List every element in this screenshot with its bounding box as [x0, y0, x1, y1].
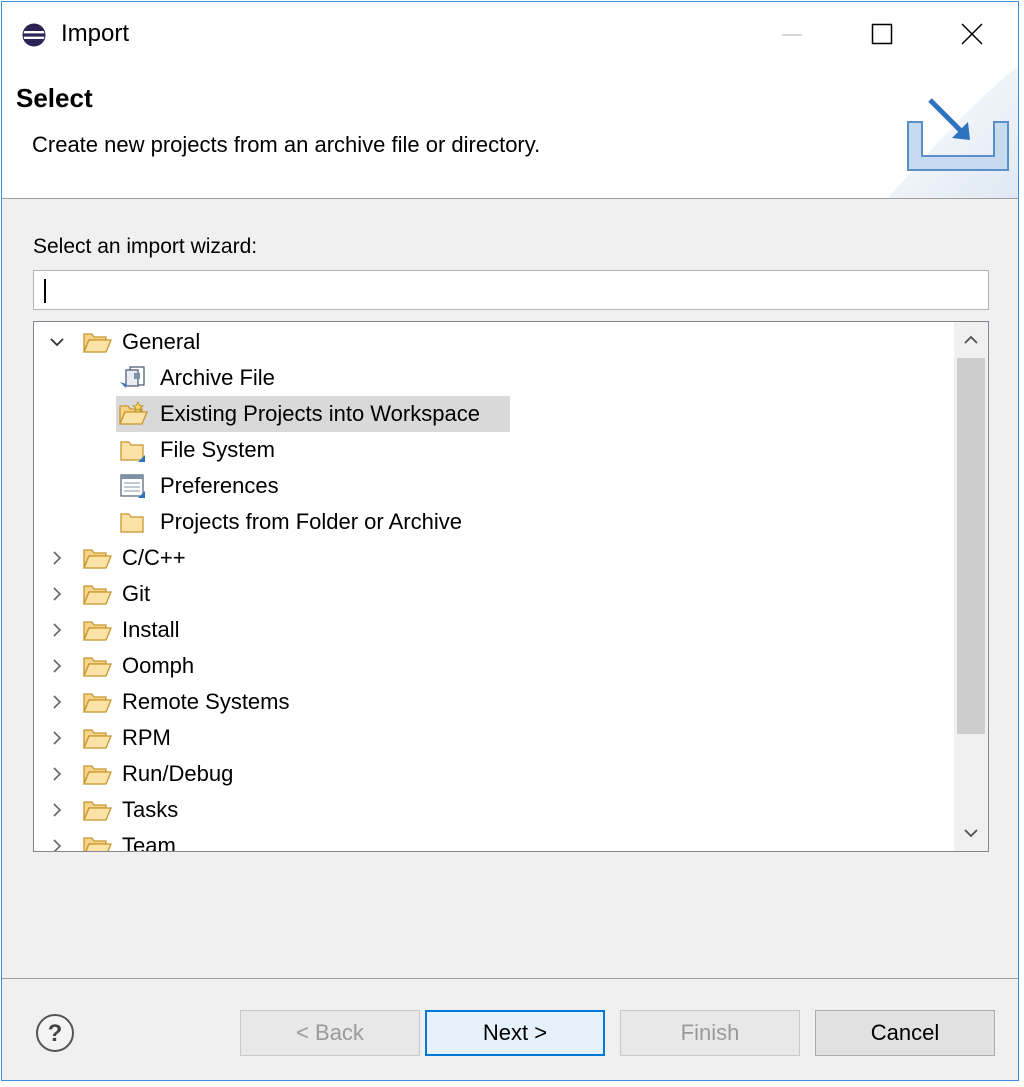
back-button[interactable]: < Back: [240, 1010, 420, 1056]
folder-icon: [120, 513, 144, 533]
wizard-filter-input[interactable]: [33, 270, 989, 310]
tree-item-label: Team: [122, 833, 176, 852]
chevron-right-icon[interactable]: [48, 621, 66, 639]
tree-item-label: Tasks: [122, 797, 179, 822]
tree-item-label: Archive File: [160, 365, 275, 390]
tree-item-label: Install: [122, 617, 180, 642]
help-icon: ?: [36, 1014, 74, 1052]
page-description: Create new projects from an archive file…: [32, 132, 541, 157]
folder-open-icon: [83, 801, 112, 821]
help-button[interactable]: ?: [35, 1013, 75, 1053]
wizard-select-label: Select an import wizard:: [33, 235, 258, 258]
tree-vertical-scrollbar[interactable]: [954, 322, 988, 851]
footer-separator: [2, 978, 1018, 979]
folder-open-icon: [83, 585, 112, 605]
folder-open-icon: [83, 693, 112, 713]
svg-text:?: ?: [48, 1020, 63, 1047]
folder-open-icon: [83, 333, 112, 353]
chevron-right-icon[interactable]: [48, 765, 66, 783]
wizard-tree[interactable]: General Archive File Existing Projects i…: [33, 321, 989, 852]
folder-open-icon: [83, 837, 112, 851]
minimize-button[interactable]: [747, 2, 837, 66]
folder-open-icon: [83, 621, 112, 641]
tree-item-label: Preferences: [160, 473, 279, 498]
next-button[interactable]: Next >: [425, 1010, 605, 1056]
tree-item-label: Run/Debug: [122, 761, 234, 786]
tree-item-label: Existing Projects into Workspace: [160, 401, 480, 426]
minimize-icon: [782, 34, 802, 36]
folder-open-icon: [83, 549, 112, 569]
cancel-button[interactable]: Cancel: [815, 1010, 995, 1056]
maximize-button[interactable]: [837, 2, 927, 66]
chevron-right-icon[interactable]: [48, 585, 66, 603]
title-bar: Import: [2, 2, 1018, 66]
tree-item-label: Git: [122, 581, 151, 606]
scroll-thumb[interactable]: [957, 358, 985, 734]
tree-item-label: Oomph: [122, 653, 195, 678]
window-title: Import: [61, 20, 130, 47]
finish-button[interactable]: Finish: [620, 1010, 800, 1056]
wizard-header: Select Create new projects from an archi…: [2, 66, 1018, 199]
preferences-icon: [120, 474, 145, 498]
import-wizard-banner-icon: [888, 66, 1018, 198]
close-icon: [961, 23, 983, 45]
tree-item-label: C/C++: [122, 545, 186, 570]
tree-item-label: Remote Systems: [122, 689, 290, 714]
chevron-up-icon: [964, 335, 978, 344]
tree-item-label: RPM: [122, 725, 171, 750]
chevron-right-icon[interactable]: [48, 549, 66, 567]
tree-item-label: File System: [160, 437, 275, 462]
import-dialog: Import Select Create new projects from a…: [1, 1, 1019, 1081]
maximize-icon: [871, 23, 893, 45]
eclipse-icon: [22, 23, 46, 47]
chevron-right-icon[interactable]: [48, 801, 66, 819]
folder-open-icon: [83, 657, 112, 677]
chevron-right-icon[interactable]: [48, 729, 66, 747]
close-button[interactable]: [927, 2, 1017, 66]
archive-file-icon: [120, 366, 145, 388]
folder-open-icon: [83, 729, 112, 749]
tree-item-label: Projects from Folder or Archive: [160, 509, 462, 534]
chevron-right-icon[interactable]: [48, 693, 66, 711]
folder-icon: [120, 441, 145, 462]
folder-open-icon: [83, 765, 112, 785]
scroll-down-button[interactable]: [954, 815, 988, 851]
chevron-down-icon: [964, 829, 978, 838]
text-caret: [44, 279, 46, 303]
existing-projects-icon: [119, 400, 148, 425]
chevron-down-icon[interactable]: [48, 333, 66, 351]
page-title: Select: [16, 83, 93, 113]
scroll-up-button[interactable]: [954, 322, 988, 358]
chevron-right-icon[interactable]: [48, 837, 66, 852]
chevron-right-icon[interactable]: [48, 657, 66, 675]
tree-item-label: General: [122, 329, 201, 354]
